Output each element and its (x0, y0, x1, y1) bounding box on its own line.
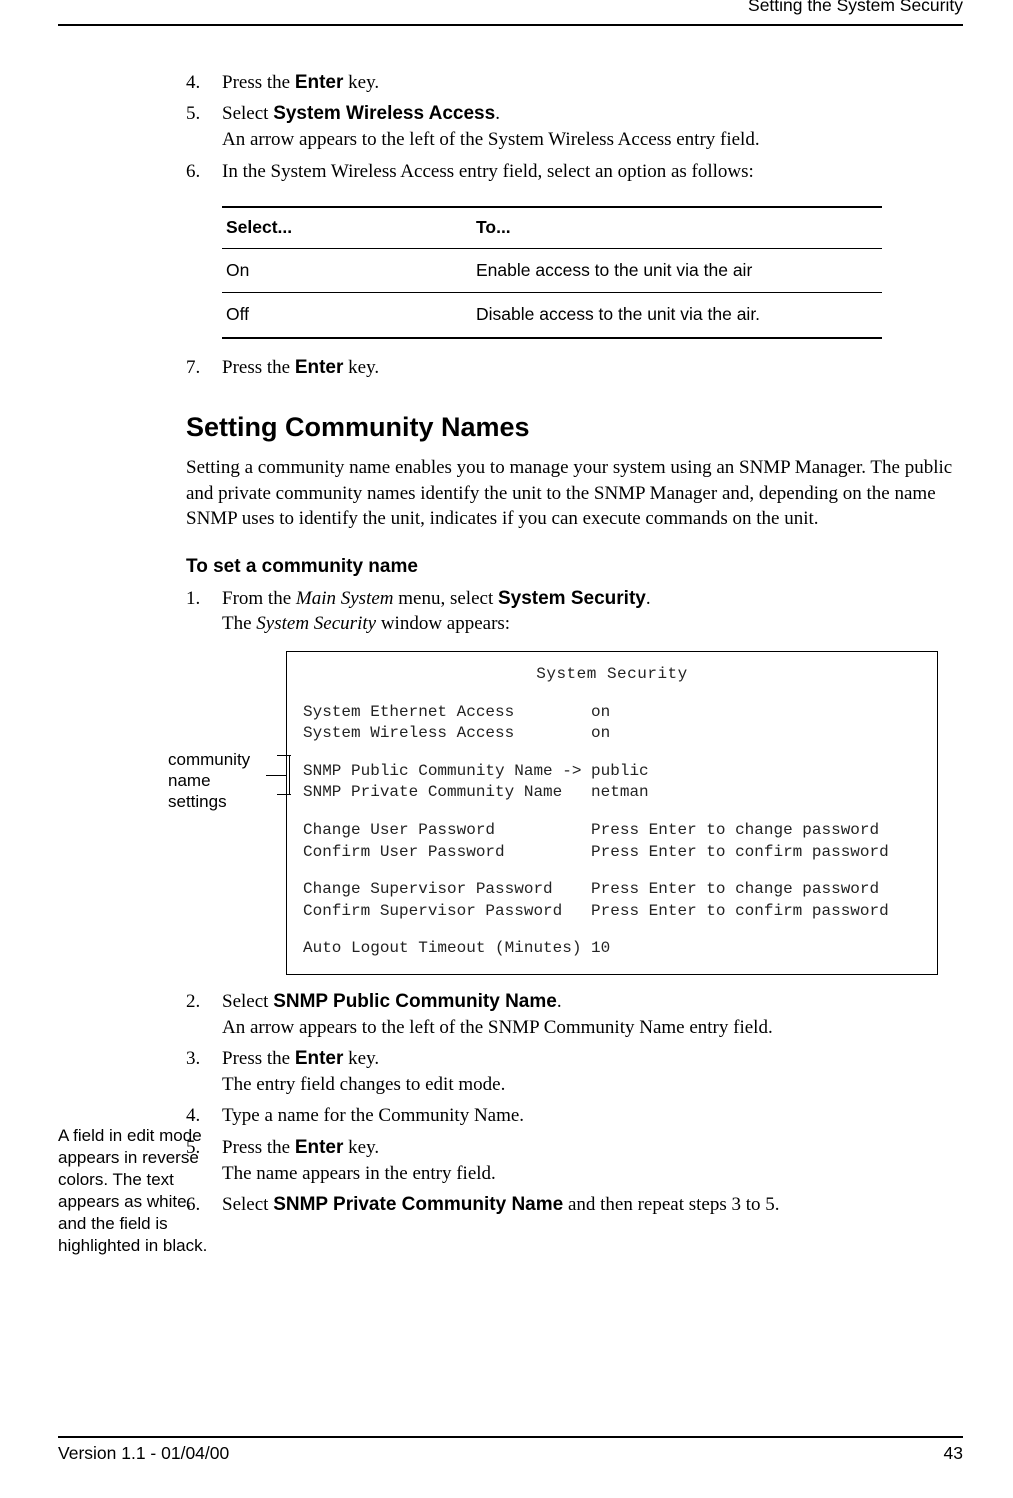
step-b1: 1. From the Main System menu, select Sys… (186, 586, 963, 637)
step-6: 6. In the System Wireless Access entry f… (186, 159, 963, 185)
step-text-bold: Enter (295, 1048, 344, 1069)
step-text-pre: From the (222, 588, 296, 609)
shot-row: System Wireless Access on (303, 723, 921, 745)
step-text-post: and then repeat steps 3 to 5. (563, 1194, 779, 1215)
shot-row: SNMP Private Community Name netman (303, 782, 921, 804)
footer-rule (58, 1436, 963, 1438)
step-text-pre: Select (222, 1194, 273, 1215)
footer-version: Version 1.1 - 01/04/00 (58, 1442, 229, 1466)
step-4: 4. Press the Enter key. (186, 70, 963, 96)
steps-group-c: 2. Select SNMP Public Community Name. An… (186, 989, 963, 1218)
step-subtext: The name appears in the entry field. (222, 1161, 963, 1187)
step-7: 7. Press the Enter key. (186, 355, 963, 381)
step-subtext: The System Security window appears: (222, 611, 963, 637)
cell-to: Disable access to the unit via the air. (472, 293, 882, 338)
shot-row: Confirm Supervisor Password Press Enter … (303, 901, 921, 923)
shot-row: Change Supervisor Password Press Enter t… (303, 879, 921, 901)
running-header-text: Setting the System Security (742, 0, 963, 18)
step-number: 3. (186, 1046, 200, 1072)
step-text-pre: Press the (222, 1137, 295, 1158)
step-c6: 6. Select SNMP Private Community Name an… (186, 1192, 963, 1218)
step-text-post: key. (343, 1048, 379, 1069)
steps-group-a: 4. Press the Enter key. 5. Select System… (186, 70, 963, 185)
step-text-pre: Select (222, 103, 273, 124)
page-footer: Version 1.1 - 01/04/00 43 (58, 1436, 963, 1466)
shot-row: SNMP Public Community Name -> public (303, 761, 921, 783)
step-subtext: An arrow appears to the left of the Syst… (222, 127, 963, 153)
step-text-bold: System Wireless Access (273, 103, 495, 124)
step-text-pre: Press the (222, 1048, 295, 1069)
step-number: 6. (186, 159, 200, 185)
procedure-heading: To set a community name (186, 554, 963, 580)
step-text-italic: Main System (296, 588, 394, 609)
th-select: Select... (222, 207, 472, 248)
callout-community-name-settings: community name settings (168, 749, 266, 813)
shot-row: Confirm User Password Press Enter to con… (303, 842, 921, 864)
step-subtext: An arrow appears to the left of the SNMP… (222, 1015, 963, 1041)
margin-note-edit-mode: A field in edit mode appears in reverse … (58, 1125, 208, 1258)
shot-row: System Ethernet Access on (303, 702, 921, 724)
shot-row: Change User Password Press Enter to chan… (303, 820, 921, 842)
steps-group-b: 1. From the Main System menu, select Sys… (186, 586, 963, 637)
callout-line: settings (168, 791, 266, 812)
step-text: Type a name for the Community Name. (222, 1105, 524, 1126)
table-row: On Enable access to the unit via the air (222, 248, 882, 293)
step-number: 4. (186, 70, 200, 96)
step-text-bold: System Security (498, 588, 646, 609)
step-text-post: key. (343, 357, 379, 378)
running-header: Setting the System Security (58, 0, 963, 18)
step-text-post: key. (343, 72, 379, 93)
shot-row: Auto Logout Timeout (Minutes) 10 (303, 938, 921, 960)
step-text-pre: Select (222, 991, 273, 1012)
cell-select: Off (222, 293, 472, 338)
step-number: 7. (186, 355, 200, 381)
step-text-post: . (495, 103, 500, 124)
step-text: In the System Wireless Access entry fiel… (222, 161, 754, 182)
step-5: 5. Select System Wireless Access. An arr… (186, 101, 963, 152)
step-text-post: . (646, 588, 651, 609)
sub-italic: System Security (256, 613, 376, 634)
step-text-pre: Press the (222, 357, 295, 378)
step-subtext: The entry field changes to edit mode. (222, 1072, 963, 1098)
step-c3: 3. Press the Enter key. The entry field … (186, 1046, 963, 1097)
screenshot-wrap: community name settings System Security … (168, 651, 963, 975)
content-column: 4. Press the Enter key. 5. Select System… (186, 70, 963, 1218)
callout-line: name (168, 770, 266, 791)
step-7-group: 7. Press the Enter key. (186, 355, 963, 381)
step-text-bold: Enter (295, 357, 344, 378)
options-table: Select... To... On Enable access to the … (222, 206, 882, 339)
sub-post: window appears: (376, 613, 510, 634)
step-number: 2. (186, 989, 200, 1015)
step-c5: 5. Press the Enter key. The name appears… (186, 1135, 963, 1186)
step-number: 5. (186, 101, 200, 127)
step-c2: 2. Select SNMP Public Community Name. An… (186, 989, 963, 1040)
th-to: To... (472, 207, 882, 248)
step-text-post: . (557, 991, 562, 1012)
section-body: Setting a community name enables you to … (186, 455, 963, 532)
table-row: Off Disable access to the unit via the a… (222, 293, 882, 338)
step-text-bold: SNMP Private Community Name (273, 1194, 563, 1215)
options-table-wrap: Select... To... On Enable access to the … (222, 206, 963, 339)
step-text-bold: Enter (295, 72, 344, 93)
cell-select: On (222, 248, 472, 293)
shot-title: System Security (303, 664, 921, 686)
footer-page-number: 43 (944, 1442, 963, 1466)
step-text-pre: Press the (222, 72, 295, 93)
step-text-post: key. (343, 1137, 379, 1158)
step-number: 1. (186, 586, 200, 612)
step-text-bold: SNMP Public Community Name (273, 991, 557, 1012)
system-security-screenshot: System Security System Ethernet Access o… (286, 651, 938, 975)
step-c4: 4. Type a name for the Community Name. (186, 1103, 963, 1129)
cell-to: Enable access to the unit via the air (472, 248, 882, 293)
header-rule (58, 24, 963, 26)
step-text-mid: menu, select (394, 588, 498, 609)
section-heading: Setting Community Names (186, 409, 963, 445)
callout-bracket-icon (266, 755, 290, 795)
callout-line: community (168, 749, 266, 770)
sub-pre: The (222, 613, 256, 634)
step-text-bold: Enter (295, 1137, 344, 1158)
